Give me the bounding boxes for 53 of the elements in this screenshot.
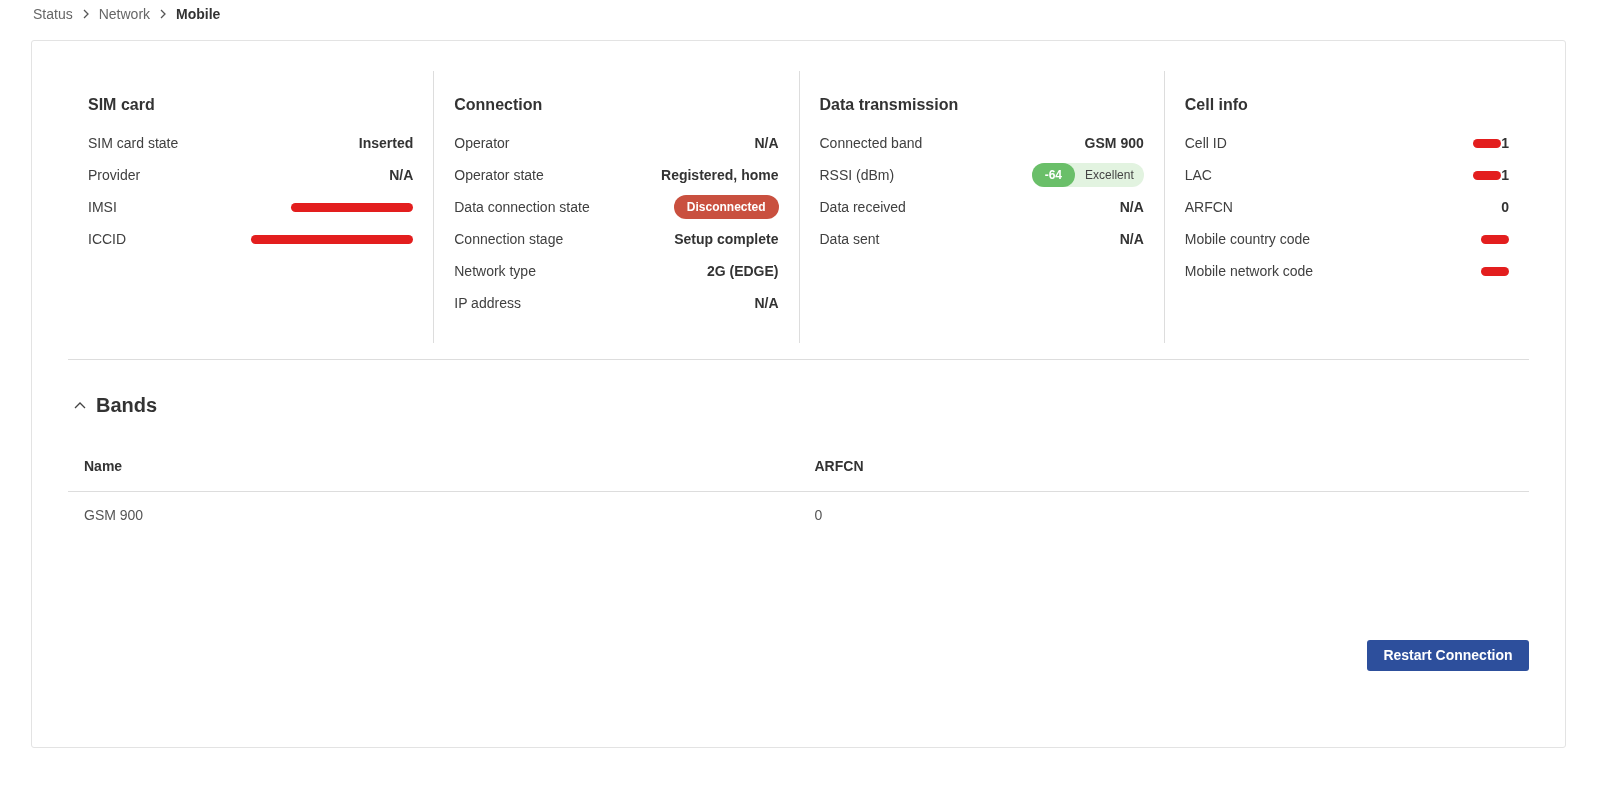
signal-value: -64 xyxy=(1031,163,1076,187)
field-label: Data received xyxy=(819,197,906,217)
field-value: 1 xyxy=(1501,133,1509,153)
field-value: Registered, home xyxy=(661,165,779,185)
field-value: Inserted xyxy=(358,133,414,153)
breadcrumb-current: Mobile xyxy=(176,4,221,24)
field-value: N/A xyxy=(389,165,414,185)
field-value: 1 xyxy=(1501,165,1509,185)
field-label: Cell ID xyxy=(1184,133,1227,153)
field-label: Data sent xyxy=(819,229,880,249)
field-label: LAC xyxy=(1184,165,1212,185)
field-label: Mobile network code xyxy=(1184,261,1314,281)
field-value: N/A xyxy=(754,133,779,153)
field-value: 0 xyxy=(1501,197,1509,217)
field-label: ICCID xyxy=(88,229,127,249)
table-cell-text: 0 xyxy=(813,505,824,525)
field-label: IMSI xyxy=(88,197,117,217)
redaction-mark xyxy=(1473,170,1502,180)
field-value: Setup complete xyxy=(674,229,779,249)
restart-button[interactable]: Restart Connection xyxy=(1367,640,1529,671)
field-label: Data connection state xyxy=(454,197,590,217)
field-label: Mobile country code xyxy=(1184,229,1311,249)
field-label: Connection stage xyxy=(454,229,564,249)
table-cell-text: GSM 900 xyxy=(83,505,145,525)
status-badge: Disconnected xyxy=(673,195,779,219)
field-value: 2G (EDGE) xyxy=(706,261,779,281)
field-label: Operator xyxy=(454,133,510,153)
field-label: ARFCN xyxy=(1184,197,1233,217)
breadcrumb-link[interactable]: Status xyxy=(33,3,73,25)
field-value: N/A xyxy=(754,293,779,313)
section-title: Bands xyxy=(96,393,158,418)
redaction-mark xyxy=(1481,234,1509,244)
field-label: Provider xyxy=(88,165,141,185)
redaction-mark xyxy=(1481,266,1509,276)
field-label: SIM card state xyxy=(88,133,179,153)
field-value: N/A xyxy=(1119,229,1144,249)
panel-title: SIM card xyxy=(88,95,156,113)
panel-title: Cell info xyxy=(1184,95,1249,113)
field-label: Network type xyxy=(454,261,536,281)
breadcrumb-link[interactable]: Network xyxy=(98,3,151,25)
panel-title: Data transmission xyxy=(819,95,960,113)
field-value: N/A xyxy=(1119,197,1144,217)
column-header: ARFCN xyxy=(813,457,865,476)
signal-quality: Excellent xyxy=(1084,167,1135,184)
field-value: GSM 900 xyxy=(1084,133,1144,153)
column-header: Name xyxy=(83,457,124,476)
redaction-mark xyxy=(1473,138,1502,148)
chevron-up-icon[interactable] xyxy=(74,401,86,409)
field-label: Operator state xyxy=(454,165,544,185)
panel-title: Connection xyxy=(454,95,544,113)
field-label: Connected band xyxy=(819,133,923,153)
field-label: IP address xyxy=(454,293,521,313)
field-label: RSSI (dBm) xyxy=(819,165,895,185)
